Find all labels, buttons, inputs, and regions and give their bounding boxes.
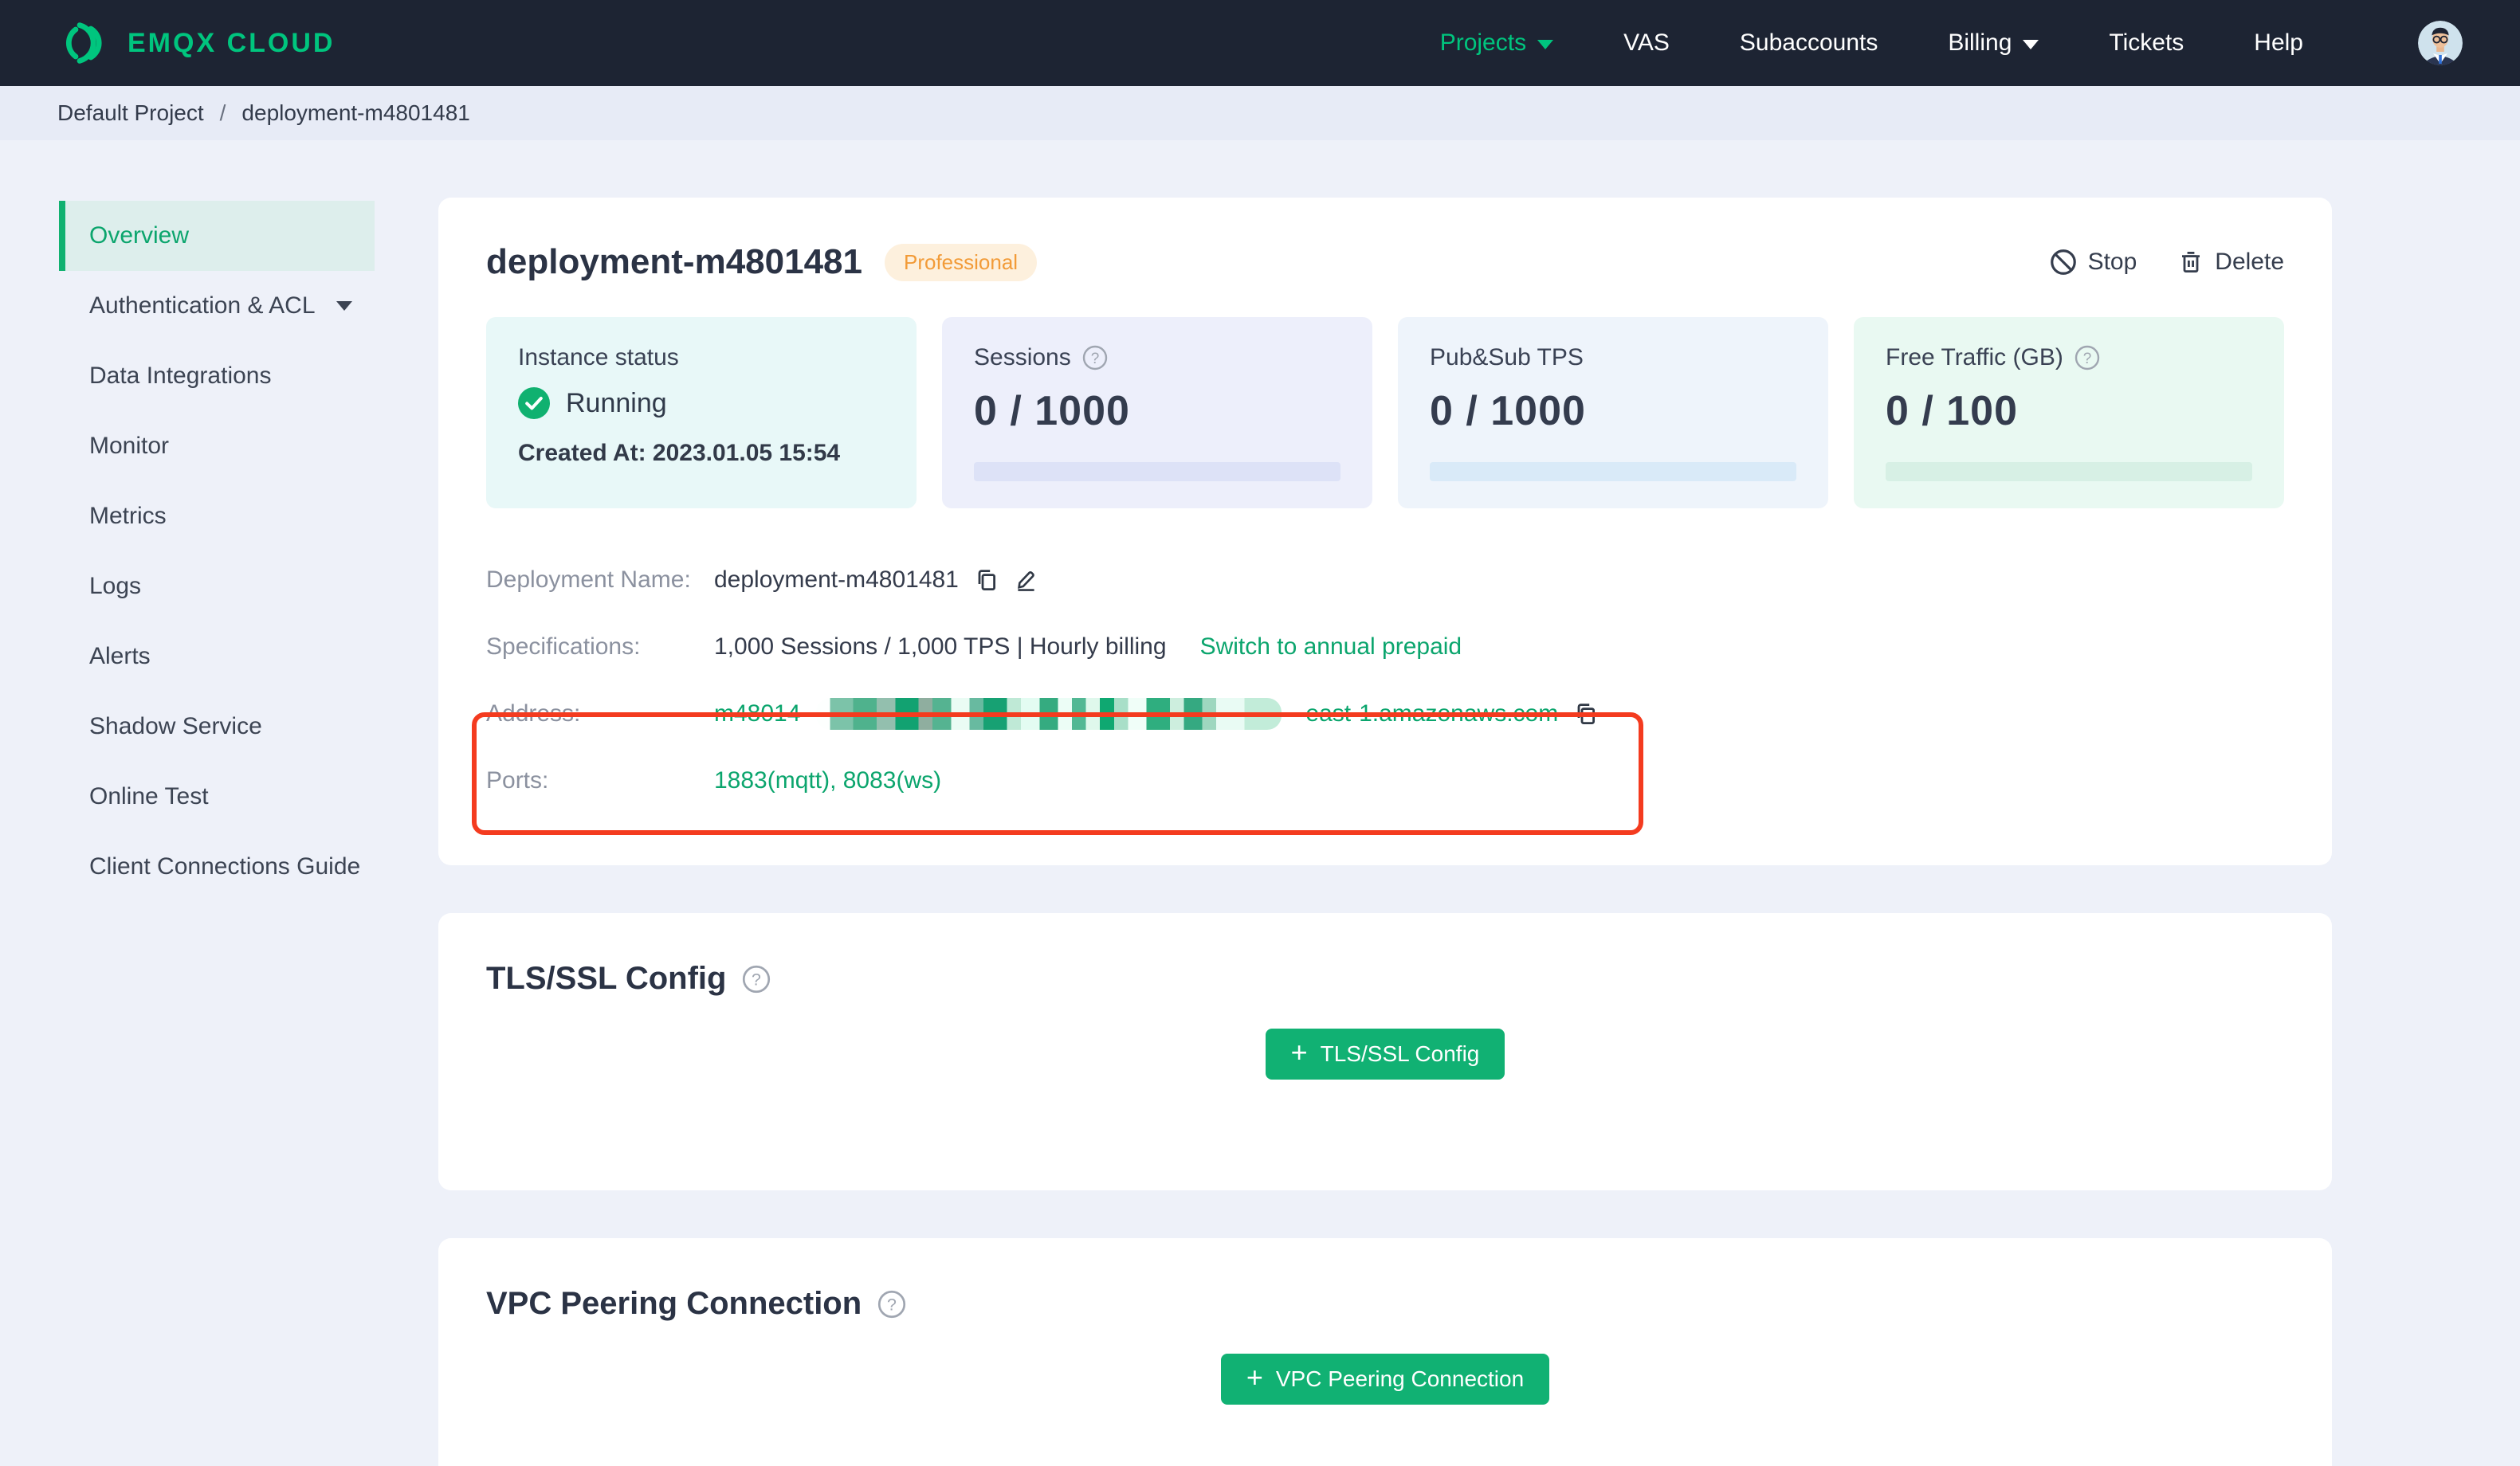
brand[interactable]: EMQX CLOUD bbox=[57, 18, 335, 69]
help-icon[interactable]: ? bbox=[742, 965, 771, 994]
breadcrumb: Default Project / deployment-m4801481 bbox=[0, 86, 2520, 140]
sidebar-item-shadow-service[interactable]: Shadow Service bbox=[59, 692, 375, 762]
status-text: Running bbox=[566, 387, 667, 418]
traffic-progress-bar bbox=[1886, 462, 2252, 481]
nav-item-vas[interactable]: VAS bbox=[1623, 29, 1670, 57]
address-row: Address: m48014 -east-1.amazonaws.com bbox=[486, 680, 2284, 747]
tls-section-title: TLS/SSL Config bbox=[486, 961, 727, 996]
help-icon[interactable]: ? bbox=[877, 1290, 906, 1319]
breadcrumb-current: deployment-m4801481 bbox=[241, 100, 470, 125]
copy-icon[interactable] bbox=[973, 567, 999, 593]
user-avatar[interactable] bbox=[2418, 21, 2463, 65]
svg-text:?: ? bbox=[1090, 351, 1099, 367]
nav-item-tickets[interactable]: Tickets bbox=[2109, 29, 2184, 57]
breadcrumb-separator: / bbox=[219, 100, 226, 125]
stat-value: 0 / 1000 bbox=[974, 388, 1130, 434]
tps-progress-bar bbox=[1430, 462, 1796, 481]
sidebar-item-client-connections-guide[interactable]: Client Connections Guide bbox=[59, 832, 375, 902]
stat-card-instance-status: Instance status Running Created At: 2023… bbox=[486, 317, 917, 508]
specifications-value: 1,000 Sessions / 1,000 TPS | Hourly bill… bbox=[714, 633, 1167, 660]
plus-icon: + bbox=[1290, 1036, 1308, 1068]
specifications-row: Specifications: 1,000 Sessions / 1,000 T… bbox=[486, 613, 2284, 680]
stop-button[interactable]: Stop bbox=[2050, 249, 2137, 276]
sidebar-item-authentication-acl[interactable]: Authentication & ACL bbox=[59, 271, 375, 341]
sidebar-item-logs[interactable]: Logs bbox=[59, 551, 375, 621]
add-vpc-peering-button[interactable]: + VPC Peering Connection bbox=[1220, 1354, 1550, 1405]
stat-card-free-traffic: Free Traffic (GB) ? 0 / 100 bbox=[1854, 317, 2284, 508]
stop-icon bbox=[2050, 249, 2077, 276]
vpc-peering-card: VPC Peering Connection ? + VPC Peering C… bbox=[438, 1238, 2332, 1466]
sessions-progress-bar bbox=[974, 462, 1340, 481]
add-tls-ssl-config-button[interactable]: + TLS/SSL Config bbox=[1265, 1029, 1505, 1080]
stat-label: Free Traffic (GB) bbox=[1886, 344, 2063, 370]
switch-annual-prepaid-link[interactable]: Switch to annual prepaid bbox=[1200, 633, 1462, 660]
copy-icon[interactable] bbox=[1572, 701, 1598, 727]
sidebar-item-alerts[interactable]: Alerts bbox=[59, 621, 375, 692]
nav-item-projects[interactable]: Projects bbox=[1440, 29, 1554, 57]
stat-value: 0 / 1000 bbox=[1430, 388, 1586, 434]
caret-down-icon bbox=[1537, 40, 1554, 49]
deployment-title: deployment-m4801481 bbox=[486, 242, 862, 281]
help-icon[interactable]: ? bbox=[1082, 345, 1108, 370]
plan-badge: Professional bbox=[885, 243, 1038, 281]
vpc-section-title: VPC Peering Connection bbox=[486, 1286, 862, 1321]
sidebar-item-online-test[interactable]: Online Test bbox=[59, 762, 375, 832]
main-content: deployment-m4801481 Professional Stop De… bbox=[438, 198, 2332, 1466]
sidebar-item-monitor[interactable]: Monitor bbox=[59, 411, 375, 481]
edit-pencil-icon[interactable] bbox=[1013, 567, 1038, 593]
ports-label: Ports: bbox=[486, 767, 549, 794]
check-circle-icon bbox=[518, 387, 550, 419]
deployment-name-label: Deployment Name: bbox=[486, 566, 691, 593]
stat-card-pubsub-tps: Pub&Sub TPS 0 / 1000 bbox=[1398, 317, 1828, 508]
plus-icon: + bbox=[1246, 1361, 1263, 1393]
stat-label: Pub&Sub TPS bbox=[1430, 344, 1584, 370]
sidebar-item-overview[interactable]: Overview bbox=[59, 201, 375, 271]
address-label: Address: bbox=[486, 700, 581, 727]
redacted-address-segment bbox=[816, 698, 1282, 730]
stat-cards: Instance status Running Created At: 2023… bbox=[486, 317, 2284, 508]
nav-item-billing[interactable]: Billing bbox=[1948, 29, 2039, 57]
specifications-label: Specifications: bbox=[486, 633, 641, 660]
brand-name: EMQX CLOUD bbox=[128, 27, 336, 58]
emqx-logo-icon bbox=[57, 18, 108, 69]
stat-value: 0 / 100 bbox=[1886, 388, 2019, 434]
svg-text:?: ? bbox=[2083, 351, 2092, 367]
top-navbar: EMQX CLOUD Projects VAS Subaccounts Bill… bbox=[0, 0, 2520, 86]
sidebar: Overview Authentication & ACL Data Integ… bbox=[0, 140, 408, 902]
deployment-details: Deployment Name: deployment-m4801481 Spe… bbox=[486, 547, 2284, 814]
svg-text:?: ? bbox=[887, 1295, 897, 1314]
nav-item-help[interactable]: Help bbox=[2254, 29, 2303, 57]
stat-label: Sessions bbox=[974, 344, 1071, 370]
ports-value: 1883(mqtt), 8083(ws) bbox=[714, 767, 942, 794]
nav-menu: Projects VAS Subaccounts Billing Tickets… bbox=[1440, 29, 2303, 57]
deployment-overview-card: deployment-m4801481 Professional Stop De… bbox=[438, 198, 2332, 865]
stat-label: Instance status bbox=[518, 344, 679, 370]
caret-down-icon bbox=[336, 301, 352, 311]
breadcrumb-project[interactable]: Default Project bbox=[57, 100, 204, 126]
tls-ssl-config-card: TLS/SSL Config ? + TLS/SSL Config bbox=[438, 913, 2332, 1190]
help-icon[interactable]: ? bbox=[2074, 345, 2100, 370]
trash-icon bbox=[2178, 249, 2204, 276]
deployment-name-row: Deployment Name: deployment-m4801481 bbox=[486, 547, 2284, 613]
ports-row: Ports: 1883(mqtt), 8083(ws) bbox=[486, 747, 2284, 814]
created-at: Created At: 2023.01.05 15:54 bbox=[518, 440, 841, 466]
sidebar-item-metrics[interactable]: Metrics bbox=[59, 481, 375, 551]
caret-down-icon bbox=[2023, 40, 2039, 49]
delete-button[interactable]: Delete bbox=[2178, 249, 2284, 276]
address-prefix: m48014 bbox=[714, 700, 801, 727]
stat-card-sessions: Sessions ? 0 / 1000 bbox=[942, 317, 1372, 508]
deployment-name-value: deployment-m4801481 bbox=[714, 566, 959, 593]
svg-text:?: ? bbox=[752, 970, 762, 989]
address-suffix: -east-1.amazonaws.com bbox=[1297, 700, 1559, 727]
nav-item-subaccounts[interactable]: Subaccounts bbox=[1740, 29, 1878, 57]
sidebar-item-data-integrations[interactable]: Data Integrations bbox=[59, 341, 375, 411]
